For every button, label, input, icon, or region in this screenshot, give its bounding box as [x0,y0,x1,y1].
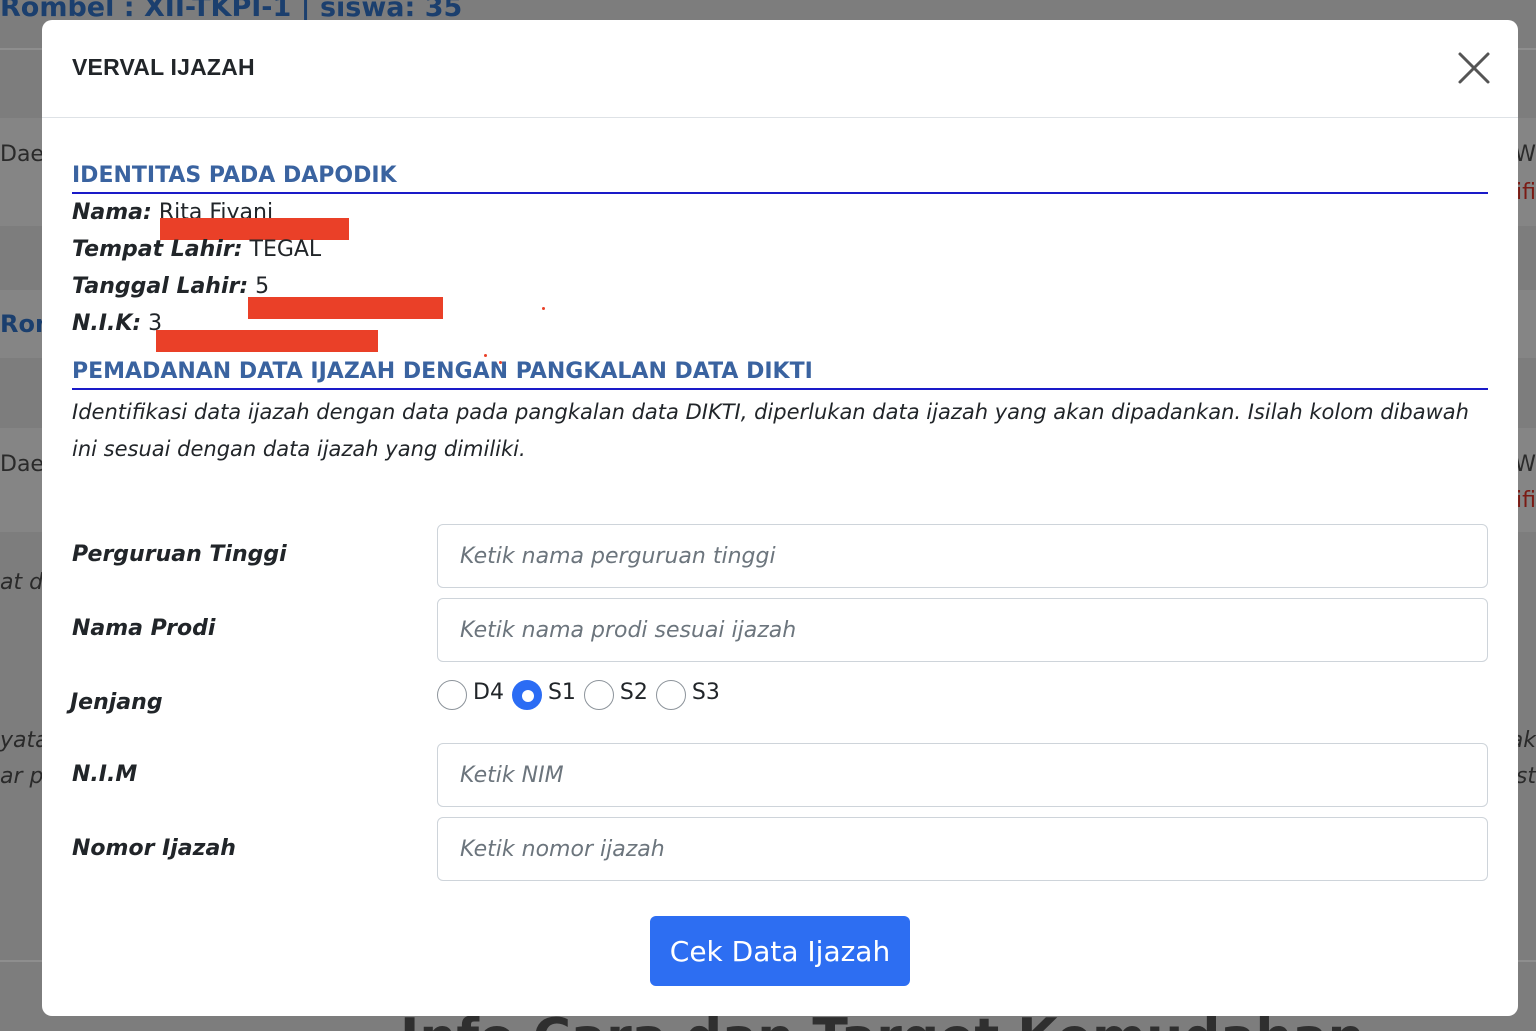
nik-label: N.I.K: [72,311,142,336]
bg-right-status: ifi [1516,488,1536,513]
modal-title: VERVAL IJAZAH [72,54,255,80]
radio-button[interactable] [583,680,614,710]
nomor-ijazah-label: Nomor Ijazah [72,836,236,861]
radio-label: S2 [619,679,648,705]
radio-button[interactable] [437,680,467,710]
modal-header: VERVAL IJAZAH [42,20,1518,118]
radio-label: S3 [691,679,720,705]
tempat-lahir-row: Tempat Lahir: TEGAL [72,235,321,265]
tempat-lahir-value: TEGAL [249,237,322,262]
verval-ijazah-modal: VERVAL IJAZAH IDENTITAS PADA DAPODIK Nam… [42,20,1518,1016]
bg-daerah-text: Dae [0,452,44,477]
close-button[interactable] [1454,48,1494,88]
radio-button-selected[interactable] [511,680,542,710]
radio-label: S1 [547,679,576,705]
nim-input[interactable] [437,743,1488,807]
matching-description: Identifikasi data ijazah dengan data pad… [72,400,1469,461]
bg-right-status: ifi [1516,180,1536,205]
nama-prodi-input[interactable] [437,598,1488,662]
nama-prodi-label: Nama Prodi [72,616,216,641]
radio-label: D4 [473,679,504,705]
nama-label: Nama: [72,200,152,225]
nomor-ijazah-input[interactable] [437,817,1488,881]
jenjang-option-s1[interactable]: S1 [511,674,576,710]
redaction-speck [542,307,545,310]
close-icon [1458,52,1490,84]
jenjang-option-d4[interactable]: D4 [437,674,504,710]
redaction-bar [156,330,378,352]
identity-section-heading: IDENTITAS PADA DAPODIK [72,162,1488,194]
jenjang-label: Jenjang [70,690,163,715]
radio-button[interactable] [655,680,686,710]
redaction-speck [484,354,487,357]
cek-data-ijazah-button[interactable]: Cek Data Ijazah [650,916,910,986]
jenjang-option-s2[interactable]: S2 [583,674,648,710]
matching-section-heading: PEMADANAN DATA IJAZAH DENGAN PANGKALAN D… [72,358,1488,390]
tanggal-lahir-value: 5 [255,274,270,299]
perguruan-tinggi-label: Perguruan Tinggi [72,542,287,567]
perguruan-tinggi-input[interactable] [437,524,1488,588]
bg-daerah-text: Dae [0,142,44,167]
nik-row: N.I.K: 3 [72,309,162,339]
jenjang-option-s3[interactable]: S3 [655,674,720,710]
tanggal-lahir-row: Tanggal Lahir: 5 [72,272,269,302]
redaction-bar [248,297,443,319]
jenjang-radio-group: D4 S1 S2 S3 [437,674,728,710]
tanggal-lahir-label: Tanggal Lahir: [72,274,249,299]
bg-right-text: st [1515,764,1536,789]
nim-label: N.I.M [72,762,138,787]
bg-italic-text: ar p [0,764,44,789]
tempat-lahir-label: Tempat Lahir: [72,237,243,262]
